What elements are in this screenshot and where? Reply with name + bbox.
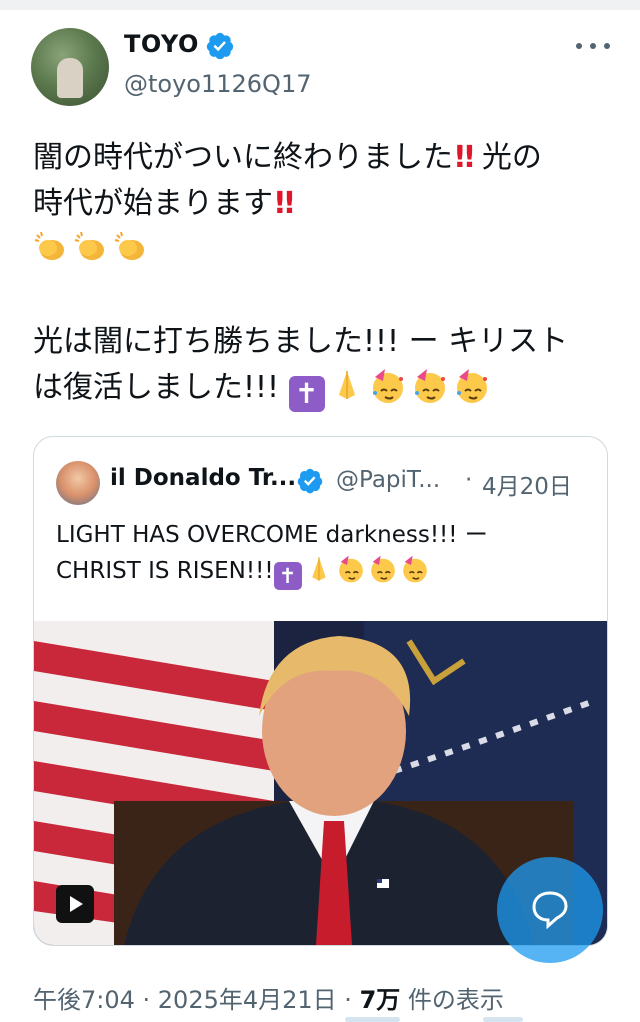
quoted-line-1: LIGHT HAS OVERCOME darkness!!! ー [56, 522, 488, 548]
clapping-hands-icon [114, 231, 144, 260]
tweet-text-segment: は復活しました!!! [33, 370, 280, 405]
tweet-text-segment: 時代が始まります [33, 186, 273, 221]
view-count: 7万 [359, 986, 401, 1014]
verified-badge-icon [297, 468, 323, 494]
quoted-author-name[interactable]: il Donaldo Tr... [110, 465, 296, 491]
verified-badge-icon [206, 32, 234, 60]
compose-reply-button[interactable] [497, 857, 603, 963]
partying-face-icon [372, 369, 403, 403]
play-icon[interactable] [56, 885, 94, 923]
quoted-line-2: CHRIST IS RISEN!!! ✝ [56, 553, 596, 590]
quoted-author-avatar[interactable] [56, 461, 100, 505]
more-dot [576, 43, 582, 49]
folded-hands-icon [338, 371, 355, 399]
author-handle[interactable]: @toyo1126Q17 [124, 70, 312, 98]
quoted-text-segment: CHRIST IS RISEN!!! [56, 558, 274, 584]
quoted-tweet-body: LIGHT HAS OVERCOME darkness!!! ー CHRIST … [56, 517, 596, 590]
more-options-button[interactable] [576, 34, 610, 58]
author-name[interactable]: TOYO [124, 30, 199, 58]
bottom-action-hints [0, 1014, 640, 1022]
latin-cross-icon: ✝ [288, 376, 325, 412]
partying-face-icon [338, 555, 363, 583]
action-pill [345, 1017, 400, 1022]
partying-face-icon [402, 555, 427, 583]
tweet-text-segment: 闇の時代がついに終わりました [33, 140, 453, 175]
double-exclamation-icon: !! [273, 186, 296, 221]
folded-hands-icon [311, 557, 326, 581]
quoted-date[interactable]: 4月20日 [482, 467, 572, 501]
tweet-line-4: は復活しました!!! ✝ [33, 365, 608, 412]
double-exclamation-icon: !! [453, 140, 476, 175]
partying-face-icon [414, 369, 445, 403]
clap-emoji-row [33, 227, 608, 273]
tweet-line-3: 光は闇に打ち勝ちました!!! ー キリスト [33, 324, 569, 359]
action-pill [483, 1017, 523, 1022]
tweet-text-segment: 光の [481, 140, 542, 175]
partying-face-icon [370, 555, 395, 583]
tweet-line-2: 時代が始まります!! [33, 181, 608, 227]
more-dot [604, 43, 610, 49]
clapping-hands-icon [74, 231, 104, 260]
top-divider [0, 0, 640, 10]
view-label: 件の表示 [400, 986, 504, 1014]
reply-bubble-icon [532, 891, 568, 929]
more-dot [590, 43, 596, 49]
tweet-body: 闇の時代がついに終わりました!! 光の 時代が始まります!! 光は闇に打ち勝ちま… [33, 135, 608, 412]
tweet-meta: 午後7:04 · 2025年4月21日 · 7万 件の表示 [33, 980, 504, 1015]
latin-cross-icon: ✝ [273, 562, 302, 590]
timestamp[interactable]: 午後7:04 · 2025年4月21日 · [33, 986, 360, 1014]
avatar-figure [57, 58, 83, 98]
quoted-author-handle[interactable]: @PapiT... [336, 467, 440, 493]
author-avatar[interactable] [31, 28, 109, 106]
partying-face-icon [456, 369, 487, 403]
clapping-hands-icon [34, 231, 64, 260]
tweet-line-1: 闇の時代がついに終わりました!! 光の [33, 135, 608, 181]
separator-dot: · [465, 467, 473, 493]
